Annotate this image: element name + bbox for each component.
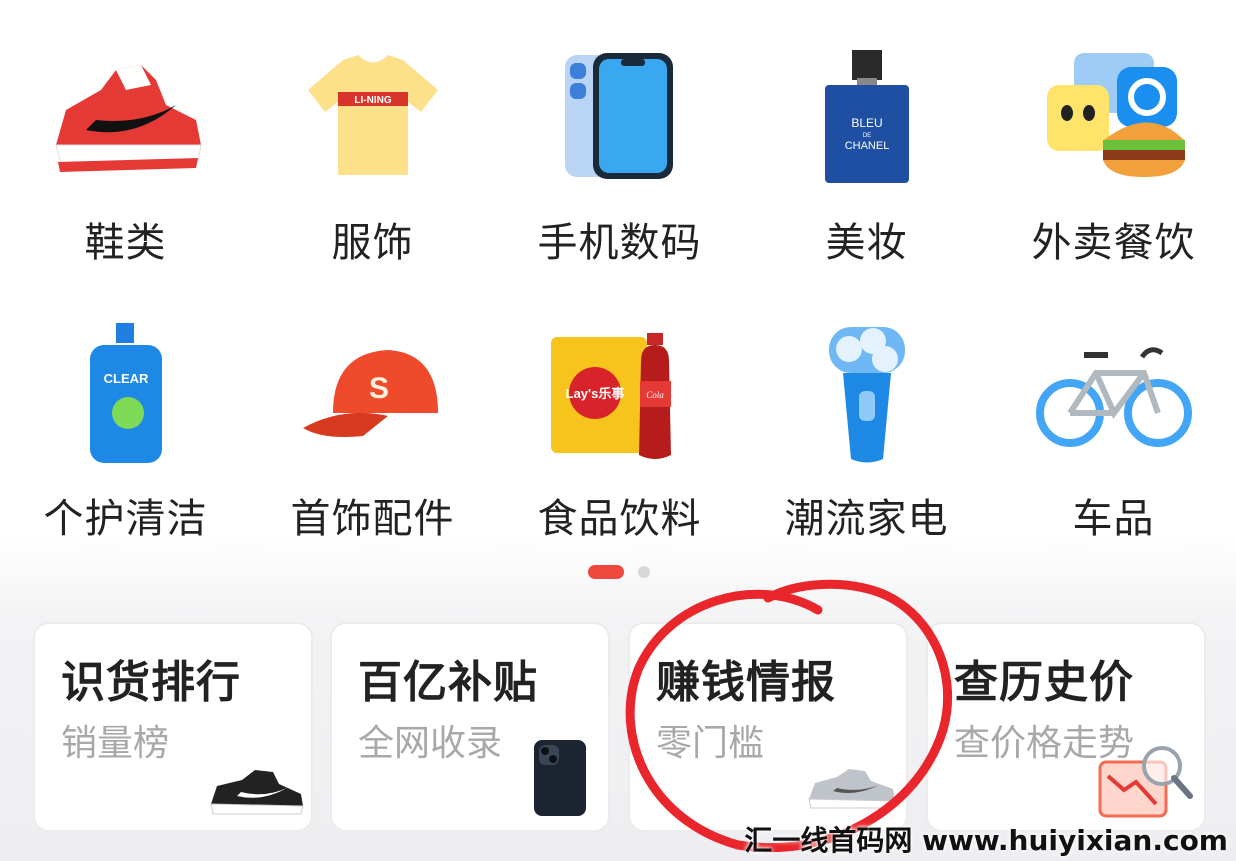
category-car[interactable]: 车品 — [990, 318, 1236, 548]
svg-text:Lay's乐事: Lay's乐事 — [565, 386, 624, 401]
card-subtitle: 销量榜 — [61, 723, 170, 764]
shaver-icon — [787, 318, 947, 468]
category-appliances[interactable]: 潮流家电 — [743, 318, 990, 548]
card-title: 识货排行 — [61, 657, 241, 708]
category-digital[interactable]: 手机数码 — [496, 40, 743, 270]
category-label: 服饰 — [331, 220, 414, 266]
category-food-delivery[interactable]: 外卖餐饮 — [990, 40, 1236, 270]
cap-icon: S — [293, 318, 453, 468]
category-label: 鞋类 — [84, 220, 167, 266]
card-title: 百亿补贴 — [358, 657, 538, 708]
card-subtitle: 全网收录 — [358, 723, 503, 764]
category-label: 个护清洁 — [43, 496, 208, 542]
sneaker-icon — [805, 765, 900, 814]
phone-icon — [540, 40, 700, 190]
card-subtitle: 零门槛 — [656, 723, 765, 764]
category-personal-care[interactable]: CLEAR 个护清洁 — [2, 318, 249, 548]
svg-text:CLEAR: CLEAR — [103, 371, 148, 386]
category-label: 潮流家电 — [784, 496, 949, 542]
perfume-icon: BLEU DE CHANEL — [787, 40, 947, 190]
svg-text:BLEU: BLEU — [851, 116, 882, 130]
card-ranking[interactable]: 识货排行 销量榜 — [33, 622, 313, 832]
sneaker-icon — [46, 40, 206, 190]
card-subsidy[interactable]: 百亿补贴 全网收录 — [330, 622, 610, 832]
card-title: 查历史价 — [954, 657, 1134, 708]
sneaker-icon — [207, 766, 307, 820]
category-label: 食品饮料 — [537, 496, 702, 542]
category-label: 首饰配件 — [290, 496, 455, 542]
snacks-icon: Lay's乐事 Cola — [540, 318, 700, 468]
page-dot[interactable] — [638, 566, 650, 578]
card-title: 赚钱情报 — [656, 657, 836, 708]
category-food-drinks[interactable]: Lay's乐事 Cola 食品饮料 — [496, 318, 743, 548]
tshirt-icon: LI-NING — [293, 40, 453, 190]
svg-text:LI-NING: LI-NING — [354, 95, 391, 106]
svg-text:DE: DE — [862, 133, 870, 139]
card-price-history[interactable]: 查历史价 查价格走势 — [926, 622, 1206, 832]
category-apparel[interactable]: LI-NING 服饰 — [249, 40, 496, 270]
page-dot-active[interactable] — [588, 565, 624, 579]
phone-icon — [530, 738, 590, 822]
category-label: 车品 — [1072, 496, 1155, 542]
watermark: 汇一线首码网 www.huiyixian.com — [744, 824, 1228, 857]
svg-text:CHANEL: CHANEL — [844, 140, 889, 152]
category-shoes[interactable]: 鞋类 — [2, 40, 249, 270]
category-accessories[interactable]: S 首饰配件 — [249, 318, 496, 548]
svg-text:Cola: Cola — [646, 390, 664, 400]
card-earning[interactable]: 赚钱情报 零门槛 — [628, 622, 908, 832]
food-delivery-icon — [1034, 40, 1194, 190]
bicycle-icon — [1034, 318, 1194, 468]
svg-text:S: S — [369, 372, 389, 405]
category-label: 手机数码 — [537, 220, 702, 266]
shampoo-icon: CLEAR — [46, 318, 206, 468]
category-label: 外卖餐饮 — [1031, 220, 1196, 266]
price-chart-icon — [1094, 740, 1194, 824]
category-label: 美妆 — [825, 220, 908, 266]
category-beauty[interactable]: BLEU DE CHANEL 美妆 — [743, 40, 990, 270]
